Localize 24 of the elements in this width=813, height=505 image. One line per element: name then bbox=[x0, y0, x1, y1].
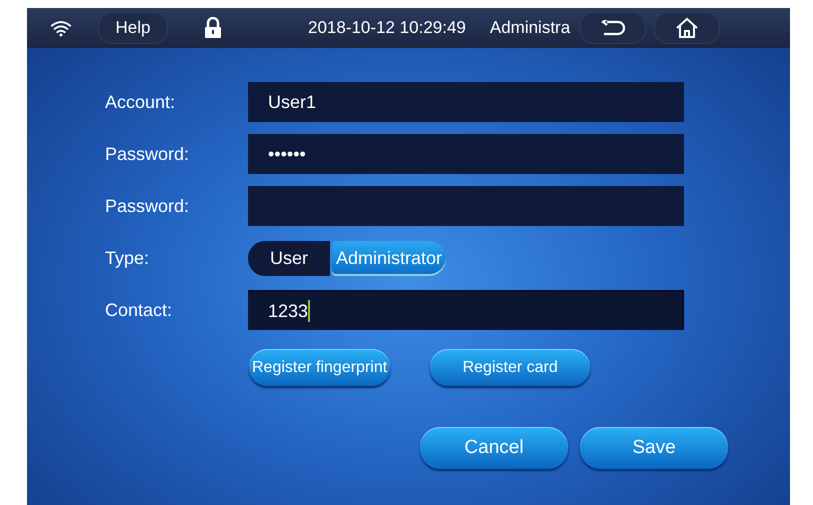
input-field[interactable] bbox=[248, 186, 684, 226]
action-button[interactable]: Save bbox=[580, 427, 728, 469]
home-icon bbox=[674, 17, 699, 39]
date-time: 2018-10-12 10:29:49 bbox=[308, 18, 466, 38]
field-label: Contact: bbox=[104, 300, 174, 320]
lock-icon bbox=[204, 17, 222, 39]
field-label: Password: bbox=[104, 144, 190, 164]
register-button[interactable]: Register card bbox=[430, 349, 590, 386]
field-label: Type: bbox=[104, 248, 150, 268]
input-field[interactable]: •••••• bbox=[248, 134, 684, 174]
user-name: Administra bbox=[490, 18, 572, 38]
action-button[interactable]: Cancel bbox=[420, 427, 568, 469]
input-field[interactable]: User1 bbox=[248, 82, 684, 122]
register-button[interactable]: Register fingerprint bbox=[249, 349, 390, 386]
help-button[interactable]: Help bbox=[98, 12, 168, 44]
type-option[interactable]: User bbox=[248, 240, 330, 276]
return-arrow-icon bbox=[600, 20, 626, 36]
wifi-icon bbox=[50, 20, 72, 36]
input-field[interactable]: 1233 bbox=[248, 290, 684, 330]
field-label: Account: bbox=[104, 92, 176, 112]
type-option[interactable]: Administrator bbox=[332, 240, 446, 276]
field-label: Password: bbox=[104, 196, 190, 216]
home-button[interactable] bbox=[654, 12, 720, 44]
back-button[interactable] bbox=[580, 12, 646, 44]
